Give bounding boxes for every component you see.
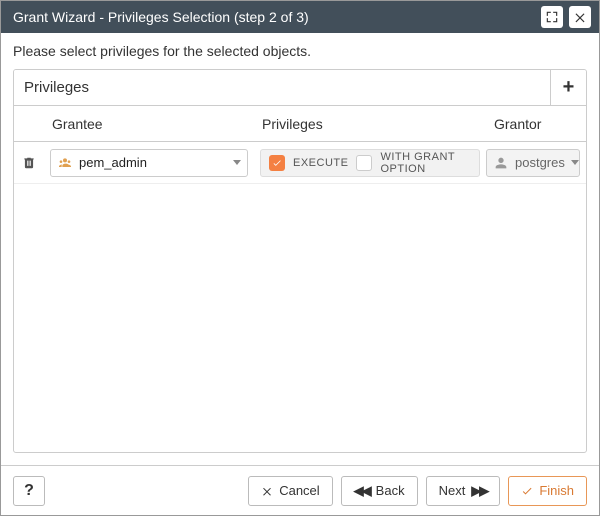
close-button[interactable] bbox=[569, 6, 591, 28]
chevron-double-right-icon: ▶▶ bbox=[471, 483, 487, 499]
cancel-label: Cancel bbox=[279, 483, 319, 498]
privileges-group: EXECUTE WITH GRANT OPTION bbox=[260, 149, 480, 177]
execute-checkbox[interactable] bbox=[269, 155, 285, 171]
grantee-cell: pem_admin bbox=[44, 149, 254, 177]
titlebar: Grant Wizard - Privileges Selection (ste… bbox=[1, 1, 599, 33]
section-header: Privileges + bbox=[14, 70, 586, 106]
finish-button[interactable]: Finish bbox=[508, 476, 587, 506]
check-icon bbox=[521, 485, 533, 497]
column-headers: Grantee Privileges Grantor bbox=[14, 106, 586, 142]
grantor-cell: postgres bbox=[486, 149, 586, 177]
user-icon bbox=[493, 155, 509, 171]
privileges-cell: EXECUTE WITH GRANT OPTION bbox=[254, 142, 486, 183]
help-button[interactable]: ? bbox=[13, 476, 45, 506]
grantee-select[interactable]: pem_admin bbox=[50, 149, 248, 177]
grantor-select[interactable]: postgres bbox=[486, 149, 580, 177]
group-role-icon bbox=[57, 155, 73, 171]
chevron-double-left-icon: ◀◀ bbox=[354, 483, 370, 499]
back-button[interactable]: ◀◀ Back bbox=[341, 476, 418, 506]
column-privileges: Privileges bbox=[254, 116, 486, 132]
cancel-button[interactable]: Cancel bbox=[248, 476, 332, 506]
grant-wizard-dialog: Grant Wizard - Privileges Selection (ste… bbox=[0, 0, 600, 516]
privilege-row: pem_admin EXECUTE WITH GRANT OPTION bbox=[14, 142, 586, 184]
instruction-text: Please select privileges for the selecte… bbox=[1, 33, 599, 69]
window-title: Grant Wizard - Privileges Selection (ste… bbox=[13, 9, 535, 25]
add-row-button[interactable]: + bbox=[550, 70, 586, 106]
next-label: Next bbox=[439, 483, 466, 498]
maximize-button[interactable] bbox=[541, 6, 563, 28]
next-button[interactable]: Next ▶▶ bbox=[426, 476, 501, 506]
grantor-value: postgres bbox=[515, 155, 565, 170]
expand-icon bbox=[545, 10, 559, 24]
grantee-value: pem_admin bbox=[79, 155, 227, 170]
delete-row-button[interactable] bbox=[14, 156, 44, 170]
column-grantor: Grantor bbox=[486, 116, 586, 132]
chevron-down-icon bbox=[571, 160, 579, 165]
execute-label: EXECUTE bbox=[293, 157, 348, 169]
close-icon bbox=[261, 485, 273, 497]
back-label: Back bbox=[376, 483, 405, 498]
column-grantee: Grantee bbox=[44, 116, 254, 132]
check-icon bbox=[272, 158, 282, 168]
trash-icon bbox=[22, 156, 36, 170]
privileges-table: Privileges + Grantee Privileges Grantor bbox=[13, 69, 587, 453]
content-area: Privileges + Grantee Privileges Grantor bbox=[1, 69, 599, 465]
dialog-footer: ? Cancel ◀◀ Back Next ▶▶ Finish bbox=[1, 465, 599, 515]
chevron-down-icon bbox=[233, 160, 241, 165]
help-icon: ? bbox=[24, 482, 34, 500]
section-title: Privileges bbox=[14, 79, 550, 96]
finish-label: Finish bbox=[539, 483, 574, 498]
with-grant-option-label: WITH GRANT OPTION bbox=[380, 151, 471, 175]
with-grant-option-checkbox[interactable] bbox=[356, 155, 372, 171]
close-icon bbox=[573, 10, 587, 24]
